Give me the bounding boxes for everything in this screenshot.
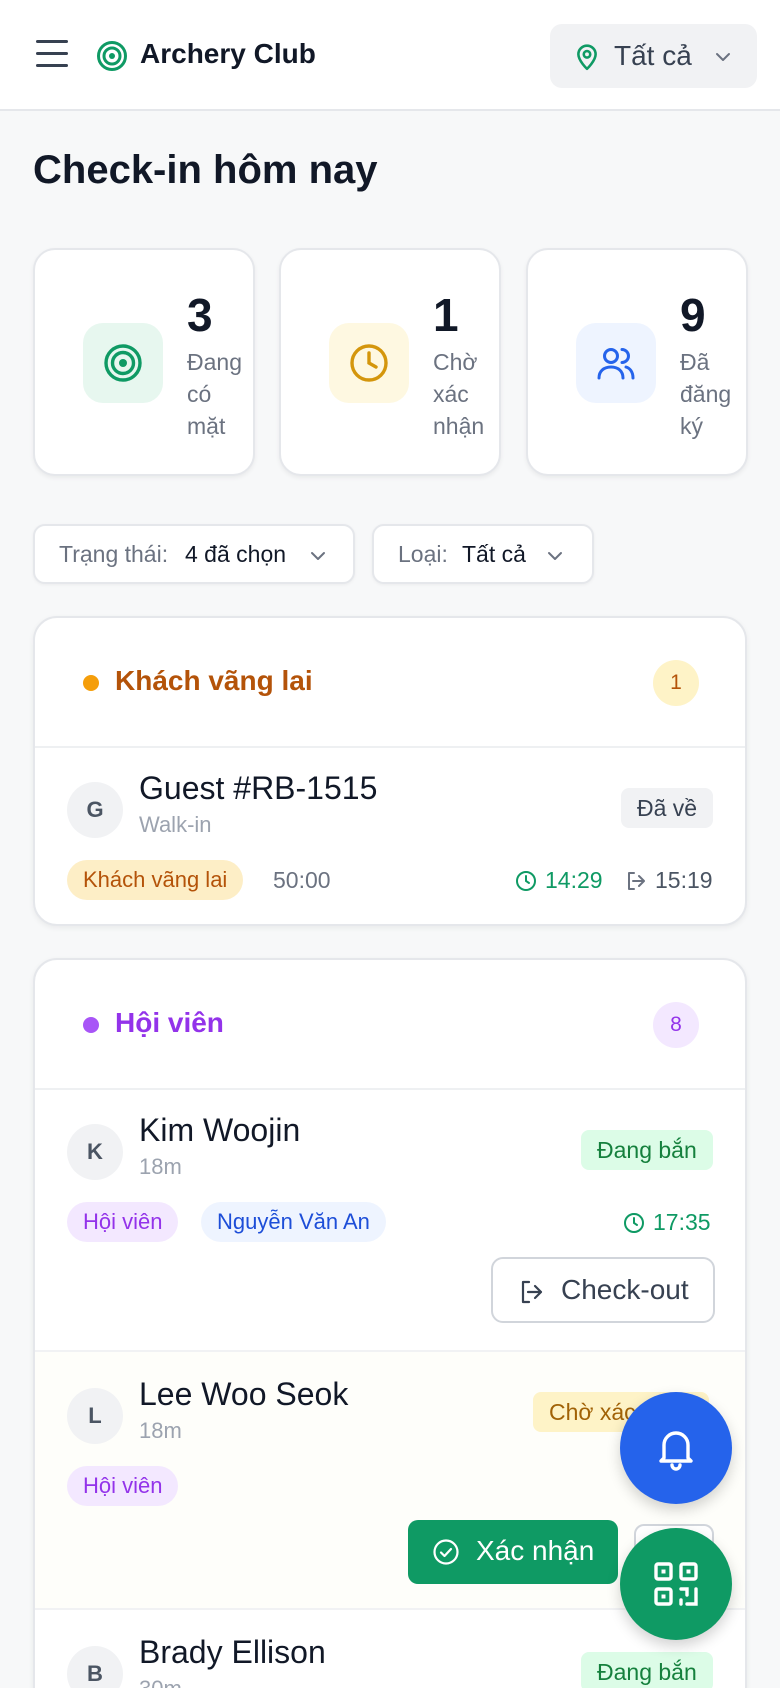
person-subtitle: 30m <box>139 1676 182 1688</box>
clock-icon <box>516 871 536 891</box>
check-in-value: 17:35 <box>653 1209 711 1235</box>
check-out-button[interactable]: Check-out <box>491 1257 715 1323</box>
section-count-badge: 8 <box>653 1002 699 1048</box>
section-header[interactable]: Hội viên 8 <box>35 960 745 1090</box>
clock-icon <box>329 323 409 403</box>
qr-scan-button[interactable] <box>620 1528 732 1640</box>
section-dot <box>83 675 99 691</box>
target-icon <box>83 323 163 403</box>
page-title: Check-in hôm nay <box>33 148 378 192</box>
target-logo-icon <box>97 41 127 71</box>
chevron-down-icon <box>716 53 730 61</box>
qr-code-icon <box>654 1562 698 1606</box>
check-in-time: 17:35 <box>623 1207 711 1237</box>
check-out-time: 15:19 <box>625 865 713 895</box>
app-title: Archery Club <box>140 38 316 69</box>
menu-icon[interactable] <box>36 40 68 70</box>
chevron-down-icon <box>311 552 325 560</box>
map-pin-icon <box>577 44 597 71</box>
status-badge: Đang bắn <box>581 1130 713 1170</box>
type-filter[interactable]: Loại: Tất cả <box>372 524 594 584</box>
stat-label: Đã đăng ký <box>680 349 732 439</box>
chevron-down-icon <box>548 552 562 560</box>
app-header: Archery Club Tất cả <box>0 0 780 111</box>
section-header[interactable]: Khách vãng lai 1 <box>35 618 745 748</box>
users-icon <box>576 323 656 403</box>
avatar: B <box>67 1646 123 1688</box>
check-in-value: 14:29 <box>545 867 603 893</box>
status-badge: Đã về <box>621 788 714 828</box>
check-in-time: 14:29 <box>515 865 603 895</box>
avatar: L <box>67 1388 123 1444</box>
confirm-button[interactable]: Xác nhận <box>408 1520 618 1584</box>
bell-icon <box>659 1431 693 1471</box>
stat-pending: 1 Chờ xác nhận <box>279 248 501 476</box>
confirm-button-label: Xác nhận <box>476 1535 595 1566</box>
person-subtitle: Walk-in <box>139 812 212 837</box>
clock-icon <box>624 1213 644 1233</box>
check-out-button-label: Check-out <box>561 1274 689 1305</box>
section-title: Hội viên <box>115 1007 224 1038</box>
status-filter-value: 4 đã chọn <box>185 541 287 567</box>
location-select[interactable]: Tất cả <box>550 24 757 88</box>
avatar: G <box>67 782 123 838</box>
person-name[interactable]: Guest #RB-1515 <box>139 770 377 807</box>
type-tag: Hội viên <box>67 1466 179 1506</box>
type-filter-label: Loại: <box>398 541 448 567</box>
person-subtitle: 18m <box>139 1418 182 1443</box>
status-filter[interactable]: Trạng thái: 4 đã chọn <box>33 524 355 584</box>
logout-icon <box>521 1280 543 1304</box>
list-item[interactable]: K Kim Woojin 18m Đang bắn Hội viên Nguyễ… <box>35 1090 745 1352</box>
stat-label: Đang có mặt <box>187 349 242 439</box>
location-select-value: Tất cả <box>614 40 692 71</box>
list-item[interactable]: G Guest #RB-1515 Walk-in Đã về Khách vãn… <box>35 748 745 924</box>
coach-tag: Nguyễn Văn An <box>201 1202 386 1242</box>
person-name[interactable]: Brady Ellison <box>139 1634 326 1671</box>
logout-icon <box>628 872 645 890</box>
type-tag: Khách vãng lai <box>67 860 244 900</box>
stat-present: 3 Đang có mặt <box>33 248 255 476</box>
section-count-badge: 1 <box>653 660 699 706</box>
person-name[interactable]: Kim Woojin <box>139 1112 300 1149</box>
avatar: K <box>67 1124 123 1180</box>
stat-registered: 9 Đã đăng ký <box>526 248 748 476</box>
duration: 50:00 <box>273 867 331 893</box>
person-subtitle: 18m <box>139 1154 182 1179</box>
section-dot <box>83 1017 99 1033</box>
check-out-value: 15:19 <box>655 867 713 893</box>
type-tag: Hội viên <box>67 1202 179 1242</box>
notifications-button[interactable] <box>620 1392 732 1504</box>
type-filter-value: Tất cả <box>462 541 526 567</box>
stat-value: 1 <box>433 289 459 341</box>
guest-section: Khách vãng lai 1 G Guest #RB-1515 Walk-i… <box>33 616 747 926</box>
person-name[interactable]: Lee Woo Seok <box>139 1376 348 1413</box>
status-badge: Đang bắn <box>581 1652 713 1688</box>
stat-value: 9 <box>680 289 706 341</box>
status-filter-label: Trạng thái: <box>59 541 169 567</box>
section-title: Khách vãng lai <box>115 665 313 696</box>
stat-label: Chờ xác nhận <box>433 349 485 439</box>
check-circle-icon <box>433 1539 459 1565</box>
stat-value: 3 <box>187 289 213 341</box>
